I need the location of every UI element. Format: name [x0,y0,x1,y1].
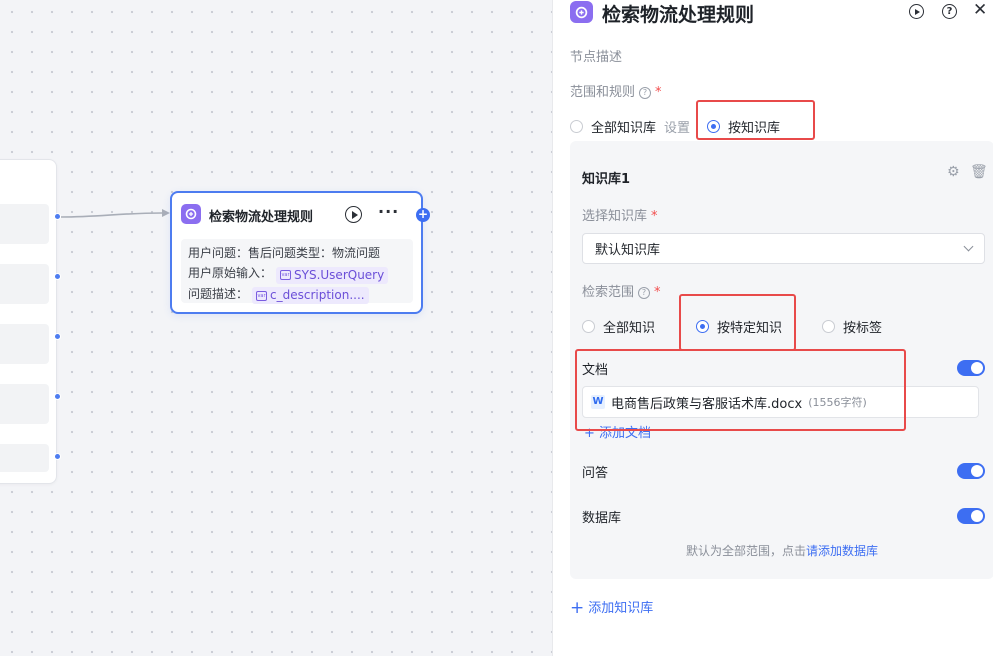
help-icon[interactable]: ? [942,4,957,19]
highlight-box [575,349,906,431]
param-label: 问题描述： [188,286,249,301]
db-toggle[interactable] [957,508,985,524]
radio-by-tag[interactable]: 按标签 [822,317,882,336]
close-icon[interactable]: ✕ [973,0,987,20]
kb-select[interactable]: 默认知识库 [582,233,985,264]
variable-chip: var SYS.UserQuery [276,266,389,284]
settings-link[interactable]: 设置 [664,117,690,136]
add-database-link[interactable]: 请添加数据库 [806,544,878,558]
radio-label: 全部知识库 [591,121,657,136]
search-range-text: 检索范围 [582,285,635,300]
variable-icon: var [280,270,292,280]
help-icon[interactable]: ? [639,87,652,99]
radio-all-kb[interactable]: 全部知识库 设置 [570,117,690,136]
more-icon[interactable]: ··· [378,202,399,221]
panel-title: 检索物流处理规则 [602,4,755,26]
variable-chip: var c_description.... [252,287,369,304]
node-params: 用户问题：售后问题类型：物流问题 用户原始输入： var SYS.UserQuery… [181,239,413,304]
run-node-icon[interactable] [345,206,362,223]
select-kb-text: 选择知识库 [582,209,648,224]
add-knowledge-base-button[interactable]: + 添加知识库 [570,597,653,618]
param-line: 用户原始输入： var SYS.UserQuery [188,263,406,284]
kb-select-value: 默认知识库 [595,243,661,258]
node-description-label[interactable]: 节点描述 [570,46,622,65]
radio-icon [582,320,595,333]
knowledge-node-icon [181,204,201,224]
param-line: 问题描述： var c_description.... [188,284,406,304]
param-line: 用户问题：售后问题类型：物流问题 [188,246,381,260]
variable-icon: var [256,290,268,301]
knowledge-node-icon [570,1,593,23]
trash-icon[interactable]: 🗑 [970,164,988,180]
scope-rule-text: 范围和规则 [570,85,636,100]
add-kb-label: 添加知识库 [588,601,654,616]
db-hint: 默认为全部范围，点击请添加数据库 [570,542,993,559]
variable-name: c_description.... [270,288,365,302]
node-config-panel: 检索物流处理规则 ? ✕ 节点描述 范围和规则? * 全部知识库 设置 按知识库 … [552,0,993,656]
knowledge-retrieval-node[interactable]: 检索物流处理规则 ··· + 用户问题：售后问题类型：物流问题 用户原始输入： v… [170,191,430,314]
qa-toggle[interactable] [957,463,985,479]
db-hint-text: 默认为全部范围，点击 [685,544,806,558]
required-mark: * [655,85,662,100]
scope-rule-label: 范围和规则? * [570,81,662,100]
highlight-box [679,294,796,351]
doc-toggle[interactable] [957,360,985,376]
chevron-down-icon [963,241,974,252]
kb-title: 知识库1 [582,172,631,187]
qa-section-label: 问答 [582,466,609,481]
param-label: 用户原始输入： [188,266,273,280]
radio-label: 全部知识 [603,321,656,336]
node-title: 检索物流处理规则 [209,210,314,225]
radio-label: 按标签 [843,321,883,336]
add-node-icon[interactable]: + [416,208,430,222]
help-icon[interactable]: ? [638,287,651,299]
plus-icon: + [570,598,585,618]
required-mark: * [654,285,661,300]
run-icon[interactable] [909,4,924,19]
select-kb-label: 选择知识库 * [582,205,658,224]
required-mark: * [651,209,658,224]
db-section-label: 数据库 [582,511,622,526]
variable-name: SYS.UserQuery [294,267,385,282]
search-range-label: 检索范围? * [582,281,661,300]
radio-icon [570,120,583,133]
radio-icon [822,320,835,333]
gear-icon[interactable]: ⚙ [947,164,960,180]
radio-all-knowledge[interactable]: 全部知识 [582,317,655,336]
highlight-box [696,100,815,140]
